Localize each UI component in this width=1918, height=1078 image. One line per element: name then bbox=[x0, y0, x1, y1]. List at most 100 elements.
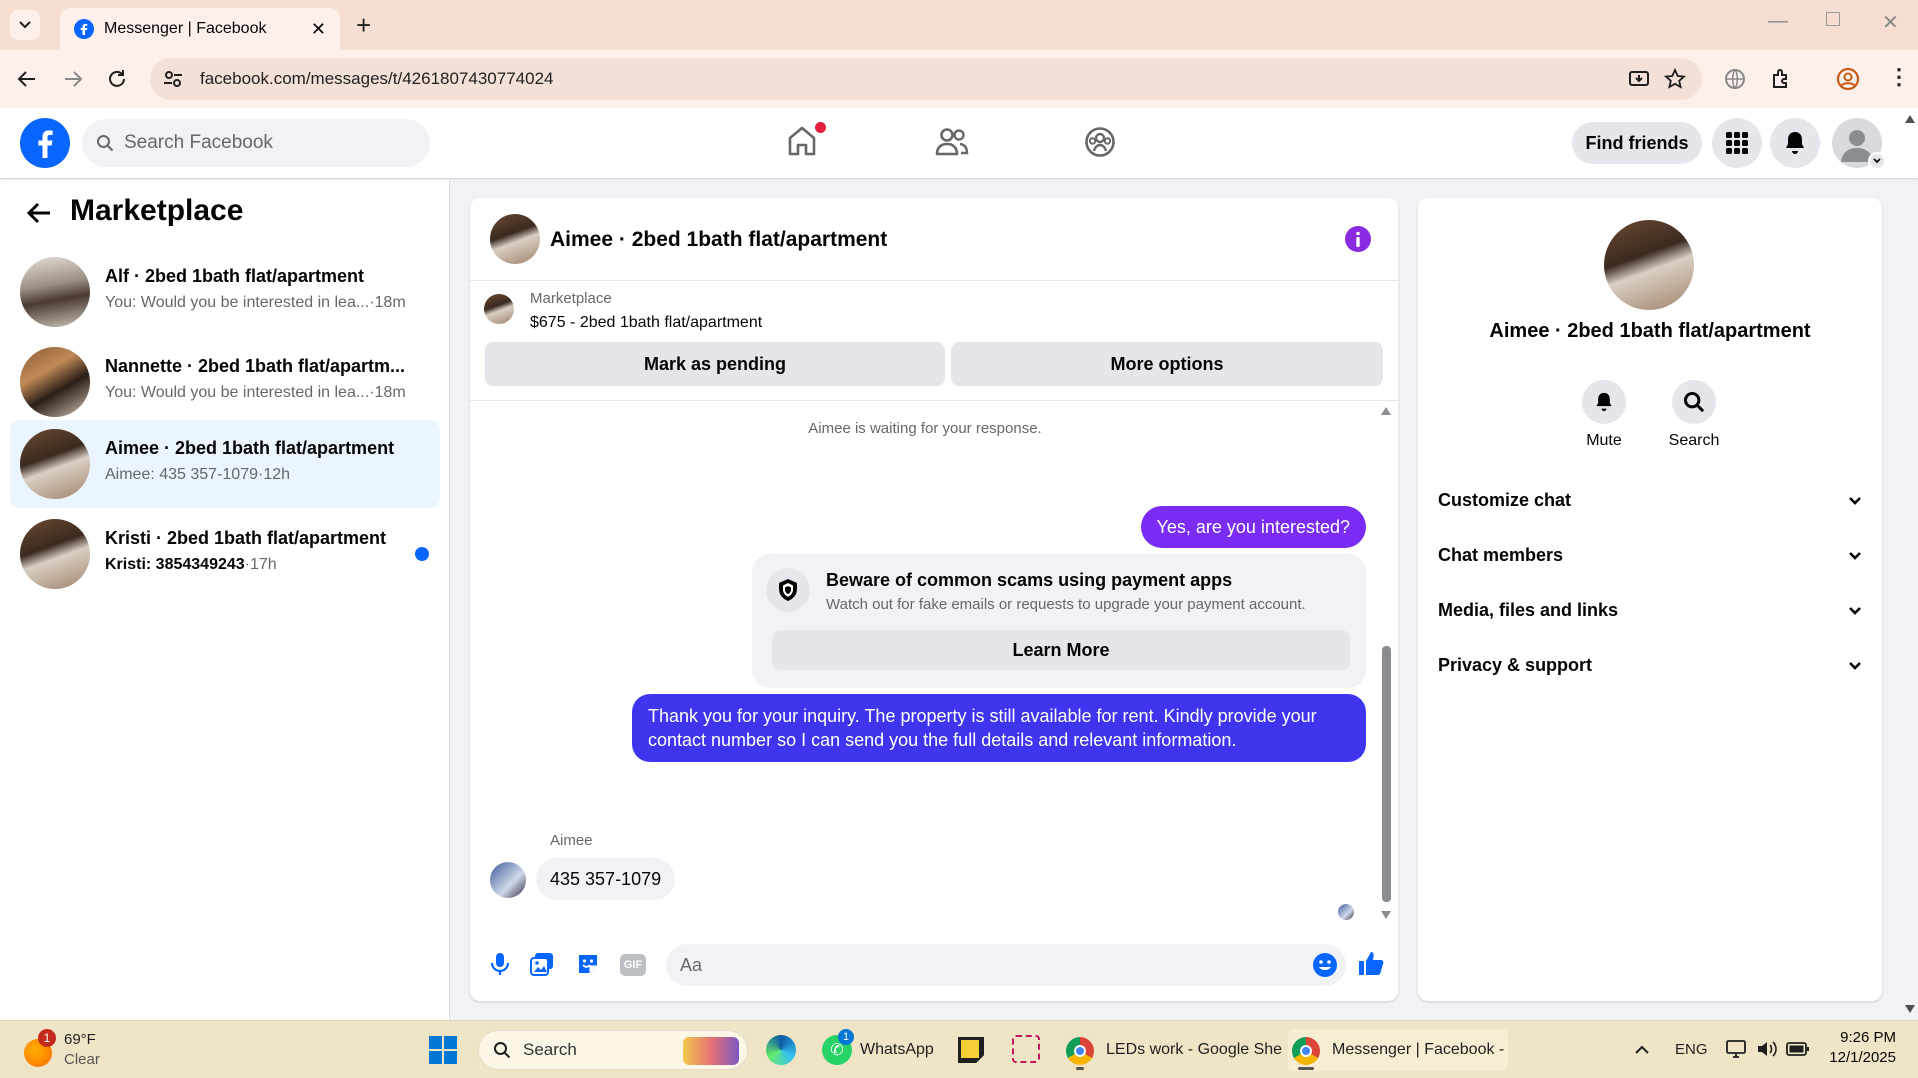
chat-header-title[interactable]: Aimee · 2bed 1bath flat/apartment bbox=[550, 228, 887, 252]
windows-taskbar: 1 69°F Clear Search ✆ 1 WhatsApp LEDs wo… bbox=[0, 1020, 1918, 1078]
taskbar-search-label: Search bbox=[523, 1040, 577, 1059]
profile-avatar[interactable] bbox=[1604, 220, 1694, 310]
url-field[interactable]: facebook.com/messages/t/4261807430774024 bbox=[150, 58, 1702, 100]
snipping-tool-icon[interactable] bbox=[1012, 1035, 1040, 1063]
active-indicator bbox=[1076, 1067, 1084, 1070]
media-files-links-section[interactable]: Media, files and links bbox=[1438, 590, 1863, 630]
microphone-icon[interactable] bbox=[490, 952, 510, 976]
show-hidden-icons-chevron[interactable] bbox=[1634, 1043, 1650, 1055]
bookmark-star-icon[interactable] bbox=[1664, 68, 1686, 90]
learn-more-label: Learn More bbox=[1012, 639, 1110, 660]
facebook-search-box[interactable]: Search Facebook bbox=[82, 119, 430, 167]
search-icon bbox=[494, 1042, 511, 1059]
network-icon[interactable] bbox=[1726, 1039, 1748, 1059]
profile-icon[interactable] bbox=[1836, 67, 1860, 91]
language-indicator[interactable]: ENG bbox=[1675, 1041, 1708, 1058]
info-icon[interactable] bbox=[1344, 225, 1372, 253]
listing-thumbnail bbox=[20, 519, 90, 589]
listing-info[interactable]: $675 - 2bed 1bath flat/apartment bbox=[530, 314, 762, 332]
notifications-button[interactable] bbox=[1770, 118, 1820, 168]
windows-start-icon[interactable] bbox=[428, 1035, 458, 1065]
waiting-note: Aimee is waiting for your response. bbox=[808, 420, 1042, 437]
sticky-notes-icon[interactable] bbox=[958, 1037, 984, 1063]
page-scroll-up-arrow[interactable] bbox=[1904, 114, 1916, 124]
conversation-title: Kristi · 2bed 1bath flat/apartment bbox=[105, 528, 387, 548]
page-scroll-down-arrow[interactable] bbox=[1904, 1004, 1916, 1014]
listing-thumbnail bbox=[20, 429, 90, 499]
customize-chat-section[interactable]: Customize chat bbox=[1438, 480, 1863, 520]
more-options-button[interactable]: More options bbox=[951, 342, 1383, 386]
tab-list-button[interactable] bbox=[10, 10, 40, 40]
scrollbar-thumb[interactable] bbox=[1382, 646, 1391, 902]
chrome-messenger-taskbar-button[interactable]: Messenger | Facebook - bbox=[1288, 1029, 1508, 1071]
extensions-puzzle-icon[interactable] bbox=[1770, 68, 1792, 90]
search-icon bbox=[97, 135, 114, 152]
mark-as-pending-button[interactable]: Mark as pending bbox=[485, 342, 945, 386]
search-label: Search bbox=[1668, 432, 1720, 449]
translate-globe-icon[interactable] bbox=[1724, 68, 1746, 90]
gif-icon[interactable]: GIF bbox=[620, 954, 646, 976]
listing-small-thumbnail[interactable] bbox=[484, 294, 514, 324]
volume-icon[interactable] bbox=[1756, 1039, 1778, 1059]
search-icon-circle bbox=[1672, 380, 1716, 424]
sent-message-bubble[interactable]: Yes, are you interested? bbox=[1140, 506, 1366, 548]
scam-title: Beware of common scams using payment app… bbox=[826, 570, 1233, 590]
facebook-logo-icon[interactable] bbox=[20, 118, 70, 168]
shield-icon bbox=[779, 579, 797, 601]
scroll-up-arrow[interactable] bbox=[1380, 406, 1392, 416]
browser-address-bar: facebook.com/messages/t/4261807430774024… bbox=[0, 50, 1918, 108]
listing-source: Marketplace bbox=[530, 290, 612, 307]
scroll-down-arrow[interactable] bbox=[1380, 910, 1392, 920]
like-thumb-icon[interactable] bbox=[1356, 948, 1386, 978]
site-settings-icon[interactable] bbox=[162, 68, 184, 90]
emoji-icon[interactable] bbox=[1312, 952, 1338, 978]
taskbar-search-box[interactable]: Search bbox=[478, 1030, 748, 1070]
battery-icon[interactable] bbox=[1786, 1041, 1810, 1057]
weather-widget[interactable]: 1 69°F Clear bbox=[22, 1029, 142, 1071]
browser-menu-icon[interactable]: ⋮ bbox=[1888, 64, 1910, 90]
sender-avatar[interactable] bbox=[490, 862, 526, 898]
reload-icon[interactable] bbox=[106, 68, 128, 90]
groups-icon[interactable] bbox=[1084, 126, 1116, 158]
conversation-item-aimee-selected[interactable]: Aimee · 2bed 1bath flat/apartment Aimee:… bbox=[10, 420, 440, 508]
browser-tab-messenger[interactable]: Messenger | Facebook ✕ bbox=[60, 8, 340, 50]
account-chevron-badge[interactable] bbox=[1868, 152, 1886, 170]
install-app-icon[interactable] bbox=[1628, 68, 1650, 90]
forward-arrow-icon[interactable] bbox=[62, 68, 84, 90]
menu-button[interactable] bbox=[1712, 118, 1762, 168]
weather-badge: 1 bbox=[38, 1029, 56, 1047]
sticker-icon[interactable] bbox=[576, 952, 600, 976]
edge-browser-icon[interactable] bbox=[766, 1035, 796, 1065]
conversation-item-kristi[interactable]: Kristi · 2bed 1bath flat/apartment Krist… bbox=[10, 510, 440, 598]
whatsapp-taskbar-button[interactable]: ✆ 1 WhatsApp bbox=[820, 1029, 940, 1071]
home-nav-button[interactable] bbox=[786, 122, 826, 160]
close-window-button[interactable]: ✕ bbox=[1882, 10, 1899, 35]
mute-button[interactable]: Mute bbox=[1572, 380, 1636, 450]
section-label: Privacy & support bbox=[1438, 654, 1593, 675]
learn-more-button[interactable]: Learn More bbox=[772, 630, 1350, 670]
minimize-window-button[interactable]: — bbox=[1768, 10, 1788, 33]
friends-icon[interactable] bbox=[934, 126, 970, 158]
panel-title: Marketplace bbox=[70, 194, 244, 227]
privacy-support-section[interactable]: Privacy & support bbox=[1438, 645, 1863, 685]
back-arrow-icon[interactable] bbox=[16, 68, 38, 90]
restore-window-button[interactable] bbox=[1826, 12, 1840, 26]
conversation-item-alf[interactable]: Alf · 2bed 1bath flat/apartment You: Wou… bbox=[10, 248, 440, 336]
chat-header-avatar[interactable] bbox=[490, 214, 540, 264]
close-tab-icon[interactable]: ✕ bbox=[311, 19, 326, 40]
received-message-bubble[interactable]: 435 357-1079 bbox=[536, 858, 676, 900]
conversation-item-nannette[interactable]: Nannette · 2bed 1bath flat/apartm... You… bbox=[10, 338, 440, 426]
weather-temp: 69°F bbox=[64, 1031, 96, 1048]
conversation-details-panel: Aimee · 2bed 1bath flat/apartment Mute S… bbox=[1418, 198, 1882, 1001]
chrome-sheets-taskbar-button[interactable]: LEDs work - Google She bbox=[1062, 1029, 1282, 1071]
back-arrow-icon[interactable] bbox=[26, 202, 52, 224]
new-tab-button[interactable]: + bbox=[356, 10, 371, 41]
search-conversation-button[interactable]: Search bbox=[1662, 380, 1726, 450]
find-friends-button[interactable]: Find friends bbox=[1572, 122, 1702, 164]
message-input[interactable]: Aa bbox=[666, 944, 1346, 986]
chat-members-section[interactable]: Chat members bbox=[1438, 535, 1863, 575]
message-sender-name: Aimee bbox=[550, 832, 593, 849]
photo-attach-icon[interactable] bbox=[530, 952, 554, 976]
sent-message-bubble[interactable]: Thank you for your inquiry. The property… bbox=[632, 694, 1366, 762]
clock[interactable]: 9:26 PM 12/1/2025 bbox=[1820, 1029, 1896, 1066]
